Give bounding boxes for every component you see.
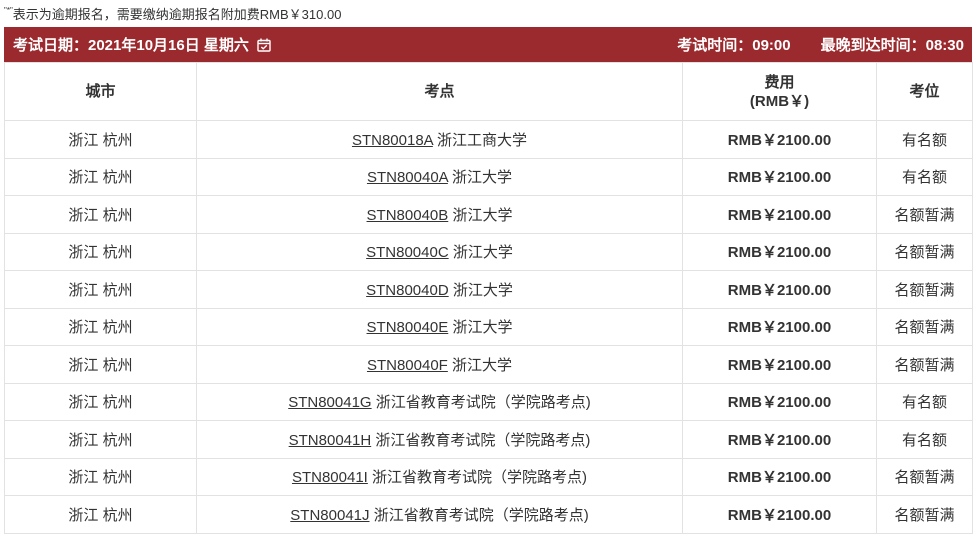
session-date-group: 考试日期：2021年10月16日 星期六 (13, 34, 271, 55)
test-center-cell: STN80040A 浙江大学 (196, 157, 683, 196)
city-cell: 浙江 杭州 (4, 457, 197, 496)
test-center-code-link[interactable]: STN80041J (290, 507, 369, 524)
seat-availability-cell: 有名额 (876, 120, 973, 159)
fee-cell: RMB￥2100.00 (682, 307, 877, 346)
fee-cell: RMB￥2100.00 (682, 157, 877, 196)
test-center-code-link[interactable]: STN80040B (367, 207, 449, 224)
seat-availability-cell: 有名额 (876, 157, 973, 196)
test-center-name: 浙江大学 (452, 356, 513, 374)
table-row: 浙江 杭州 STN80040D 浙江大学 RMB￥2100.00 名额暂满 (4, 270, 973, 309)
seat-availability-cell: 有名额 (876, 420, 973, 459)
seat-availability-cell: 名额暂满 (876, 457, 973, 496)
test-center-name: 浙江大学 (452, 319, 513, 337)
table-row: 浙江 杭州 STN80040C 浙江大学 RMB￥2100.00 名额暂满 (4, 232, 973, 271)
city-cell: 浙江 杭州 (4, 307, 197, 346)
city-cell: 浙江 杭州 (4, 382, 197, 421)
table-header-row: 城市 考点 费用 (RMB￥) 考位 (4, 62, 973, 121)
city-cell: 浙江 杭州 (4, 345, 197, 384)
column-header-fee-unit: (RMB￥) (749, 92, 810, 110)
test-center-code-link[interactable]: STN80041G (288, 394, 371, 411)
latest-arrival-time: 最晚到达时间：08:30 (820, 37, 964, 54)
city-cell: 浙江 杭州 (4, 232, 197, 271)
column-header-city: 城市 (4, 62, 197, 121)
test-center-cell: STN80040D 浙江大学 (196, 270, 683, 309)
fee-cell: RMB￥2100.00 (682, 420, 877, 459)
test-center-cell: STN80041I 浙江省教育考试院（学院路考点) (196, 457, 683, 496)
test-center-cell: STN80041H 浙江省教育考试院（学院路考点) (196, 420, 683, 459)
table-row: 浙江 杭州 STN80040F 浙江大学 RMB￥2100.00 名额暂满 (4, 345, 973, 384)
city-cell: 浙江 杭州 (4, 495, 197, 534)
session-time-group: 考试时间：09:00 最晚到达时间：08:30 (677, 34, 964, 55)
test-center-code-link[interactable]: STN80040D (366, 282, 449, 299)
column-header-center: 考点 (196, 62, 683, 121)
late-registration-note: "*"表示为逾期报名，需要缴纳逾期报名附加费RMB￥310.00 (4, 6, 341, 24)
note-mark: "*" (4, 6, 13, 15)
fee-cell: RMB￥2100.00 (682, 345, 877, 384)
seat-availability-cell: 名额暂满 (876, 307, 973, 346)
fee-cell: RMB￥2100.00 (682, 382, 877, 421)
test-center-code-link[interactable]: STN80040E (367, 319, 449, 336)
test-center-name: 浙江大学 (452, 281, 513, 299)
test-center-cell: STN80040F 浙江大学 (196, 345, 683, 384)
test-center-code-link[interactable]: STN80041H (289, 432, 372, 449)
test-center-cell: STN80040C 浙江大学 (196, 232, 683, 271)
exam-date: 考试日期：2021年10月16日 星期六 (13, 37, 249, 54)
column-header-seat: 考位 (876, 62, 973, 121)
city-cell: 浙江 杭州 (4, 157, 197, 196)
seat-availability-cell: 名额暂满 (876, 270, 973, 309)
test-center-cell: STN80040E 浙江大学 (196, 307, 683, 346)
table-row: 浙江 杭州 STN80018A 浙江工商大学 RMB￥2100.00 有名额 (4, 120, 973, 159)
city-cell: 浙江 杭州 (4, 420, 197, 459)
seat-availability-cell: 名额暂满 (876, 345, 973, 384)
seat-availability-cell: 有名额 (876, 382, 973, 421)
table-row: 浙江 杭州 STN80040B 浙江大学 RMB￥2100.00 名额暂满 (4, 195, 973, 234)
table-row: 浙江 杭州 STN80041J 浙江省教育考试院（学院路考点) RMB￥2100.0… (4, 495, 973, 534)
test-center-code-link[interactable]: STN80040A (367, 169, 448, 186)
calendar-check-icon[interactable] (257, 38, 271, 52)
fee-cell: RMB￥2100.00 (682, 495, 877, 534)
city-cell: 浙江 杭州 (4, 195, 197, 234)
test-center-name: 浙江大学 (452, 244, 513, 262)
exam-time: 考试时间：09:00 (677, 37, 791, 54)
seat-availability-cell: 名额暂满 (876, 195, 973, 234)
test-center-name: 浙江省教育考试院（学院路考点) (375, 431, 591, 449)
test-center-cell: STN80041G 浙江省教育考试院（学院路考点) (196, 382, 683, 421)
test-center-name: 浙江大学 (452, 206, 513, 224)
test-center-name: 浙江省教育考试院（学院路考点) (375, 394, 591, 412)
test-center-code-link[interactable]: STN80018A (352, 132, 433, 149)
session-header: 考试日期：2021年10月16日 星期六 考试时间：09:00 最晚到达时间：0… (4, 27, 972, 62)
test-center-code-link[interactable]: STN80040F (367, 357, 448, 374)
test-center-cell: STN80040B 浙江大学 (196, 195, 683, 234)
table-row: 浙江 杭州 STN80040E 浙江大学 RMB￥2100.00 名额暂满 (4, 307, 973, 346)
column-header-fee: 费用 (RMB￥) (682, 62, 877, 121)
note-text: 表示为逾期报名，需要缴纳逾期报名附加费RMB￥310.00 (12, 7, 342, 22)
table-row: 浙江 杭州 STN80041I 浙江省教育考试院（学院路考点) RMB￥2100.0… (4, 457, 973, 496)
test-center-name: 浙江省教育考试院（学院路考点) (373, 506, 589, 524)
seat-availability-cell: 名额暂满 (876, 232, 973, 271)
city-cell: 浙江 杭州 (4, 270, 197, 309)
table-row: 浙江 杭州 STN80040A 浙江大学 RMB￥2100.00 有名额 (4, 157, 973, 196)
test-center-name: 浙江大学 (452, 169, 513, 187)
fee-cell: RMB￥2100.00 (682, 457, 877, 496)
page: "*"表示为逾期报名，需要缴纳逾期报名附加费RMB￥310.00 考试日期：20… (0, 0, 980, 548)
test-center-code-link[interactable]: STN80041I (292, 469, 368, 486)
test-center-cell: STN80041J 浙江省教育考试院（学院路考点) (196, 495, 683, 534)
fee-cell: RMB￥2100.00 (682, 120, 877, 159)
exam-session-table: 考试日期：2021年10月16日 星期六 考试时间：09:00 最晚到达时间：0… (4, 27, 973, 534)
table-row: 浙江 杭州 STN80041G 浙江省教育考试院（学院路考点) RMB￥2100.0… (4, 382, 973, 421)
test-center-table: 城市 考点 费用 (RMB￥) 考位 浙江 杭州 STN80018A 浙江工商大学… (4, 62, 973, 534)
table-body: 浙江 杭州 STN80018A 浙江工商大学 RMB￥2100.00 有名额 浙江 杭州… (4, 120, 973, 534)
fee-cell: RMB￥2100.00 (682, 270, 877, 309)
test-center-name: 浙江省教育考试院（学院路考点) (372, 469, 588, 487)
table-row: 浙江 杭州 STN80041H 浙江省教育考试院（学院路考点) RMB￥2100.0… (4, 420, 973, 459)
test-center-code-link[interactable]: STN80040C (366, 244, 449, 261)
city-cell: 浙江 杭州 (4, 120, 197, 159)
test-center-cell: STN80018A 浙江工商大学 (196, 120, 683, 159)
seat-availability-cell: 名额暂满 (876, 495, 973, 534)
test-center-name: 浙江工商大学 (437, 131, 528, 149)
fee-cell: RMB￥2100.00 (682, 195, 877, 234)
column-header-fee-label: 费用 (764, 73, 795, 91)
fee-cell: RMB￥2100.00 (682, 232, 877, 271)
